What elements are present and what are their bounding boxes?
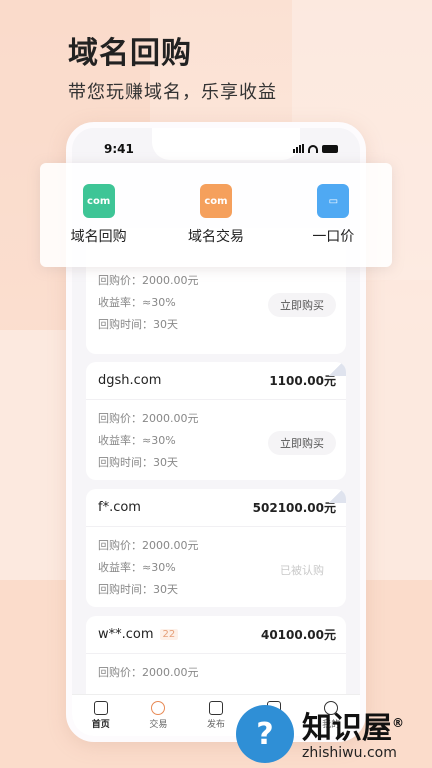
buy-now-button[interactable]: 立即购买 xyxy=(268,293,336,317)
registered-mark: ® xyxy=(392,716,404,730)
domain-card[interactable]: f*.com 502100.00元 回购价：2000.00元 收益率：≈30% … xyxy=(86,489,346,607)
signal-icon xyxy=(293,144,304,153)
corner-tag-icon xyxy=(326,489,346,503)
com-icon: com xyxy=(199,184,232,218)
home-icon xyxy=(93,701,108,715)
category-domain-buyback[interactable]: com 域名回购 xyxy=(44,184,154,246)
buy-now-button[interactable]: 立即购买 xyxy=(268,431,336,455)
category-fixed-price[interactable]: ▭ 一口价 xyxy=(278,184,388,246)
wifi-icon xyxy=(308,144,318,153)
watermark-logo-icon: ? xyxy=(236,705,294,763)
buyback-price: 回购价：2000.00元 xyxy=(98,666,199,679)
phone-notch xyxy=(152,128,300,160)
buyback-time: 回购时间：30天 xyxy=(98,318,178,331)
domain-badge: 22 xyxy=(159,629,179,640)
category-label: 一口价 xyxy=(312,229,355,245)
domain-price: 40100.00元 xyxy=(260,628,336,642)
buyback-time: 回购时间：30天 xyxy=(98,456,178,469)
buyback-price: 回购价：2000.00元 xyxy=(98,412,199,425)
tab-label: 发布 xyxy=(206,720,225,730)
buyback-time: 回购时间：30天 xyxy=(98,583,178,596)
subscribed-status: 已被认购 xyxy=(280,564,324,577)
promo-subline: 带您玩赚域名，乐享收益 xyxy=(68,82,277,103)
corner-tag-icon xyxy=(326,362,346,376)
category-label: 域名交易 xyxy=(187,229,244,245)
plus-icon xyxy=(208,701,223,715)
tab-home[interactable]: 首页 xyxy=(92,701,110,730)
category-domain-trade[interactable]: com 域名交易 xyxy=(161,184,271,246)
watermark: ? 知识屋® zhishiwu.com xyxy=(236,700,432,768)
watermark-url: zhishiwu.com xyxy=(302,745,397,761)
exchange-icon xyxy=(151,701,166,715)
tab-label: 交易 xyxy=(149,720,168,730)
domain-name: w**.com xyxy=(98,627,154,642)
status-time: 9:41 xyxy=(104,142,134,156)
promo-headline: 域名回购 xyxy=(68,36,192,71)
buyback-price: 回购价：2000.00元 xyxy=(98,539,199,552)
domain-price: 502100.00元 xyxy=(252,501,336,515)
status-icons xyxy=(293,144,338,153)
domain-name: dgsh.com xyxy=(98,373,162,388)
tab-label: 首页 xyxy=(91,720,110,730)
status-bar: 9:41 xyxy=(72,128,360,168)
category-label: 域名回购 xyxy=(70,229,127,245)
shop-icon: ▭ xyxy=(317,184,350,218)
com-icon: com xyxy=(82,184,115,218)
category-panel: com 域名回购 com 域名交易 ▭ 一口价 xyxy=(40,163,392,267)
tab-publish[interactable]: 发布 xyxy=(207,701,225,730)
buyback-price: 回购价：2000.00元 xyxy=(98,274,199,287)
domain-card[interactable]: dgsh.com 1100.00元 回购价：2000.00元 收益率：≈30% … xyxy=(86,362,346,480)
tab-trade[interactable]: 交易 xyxy=(149,701,167,730)
watermark-title: 知识屋 xyxy=(302,711,392,746)
domain-name: f*.com xyxy=(98,500,141,515)
battery-icon xyxy=(322,144,338,153)
